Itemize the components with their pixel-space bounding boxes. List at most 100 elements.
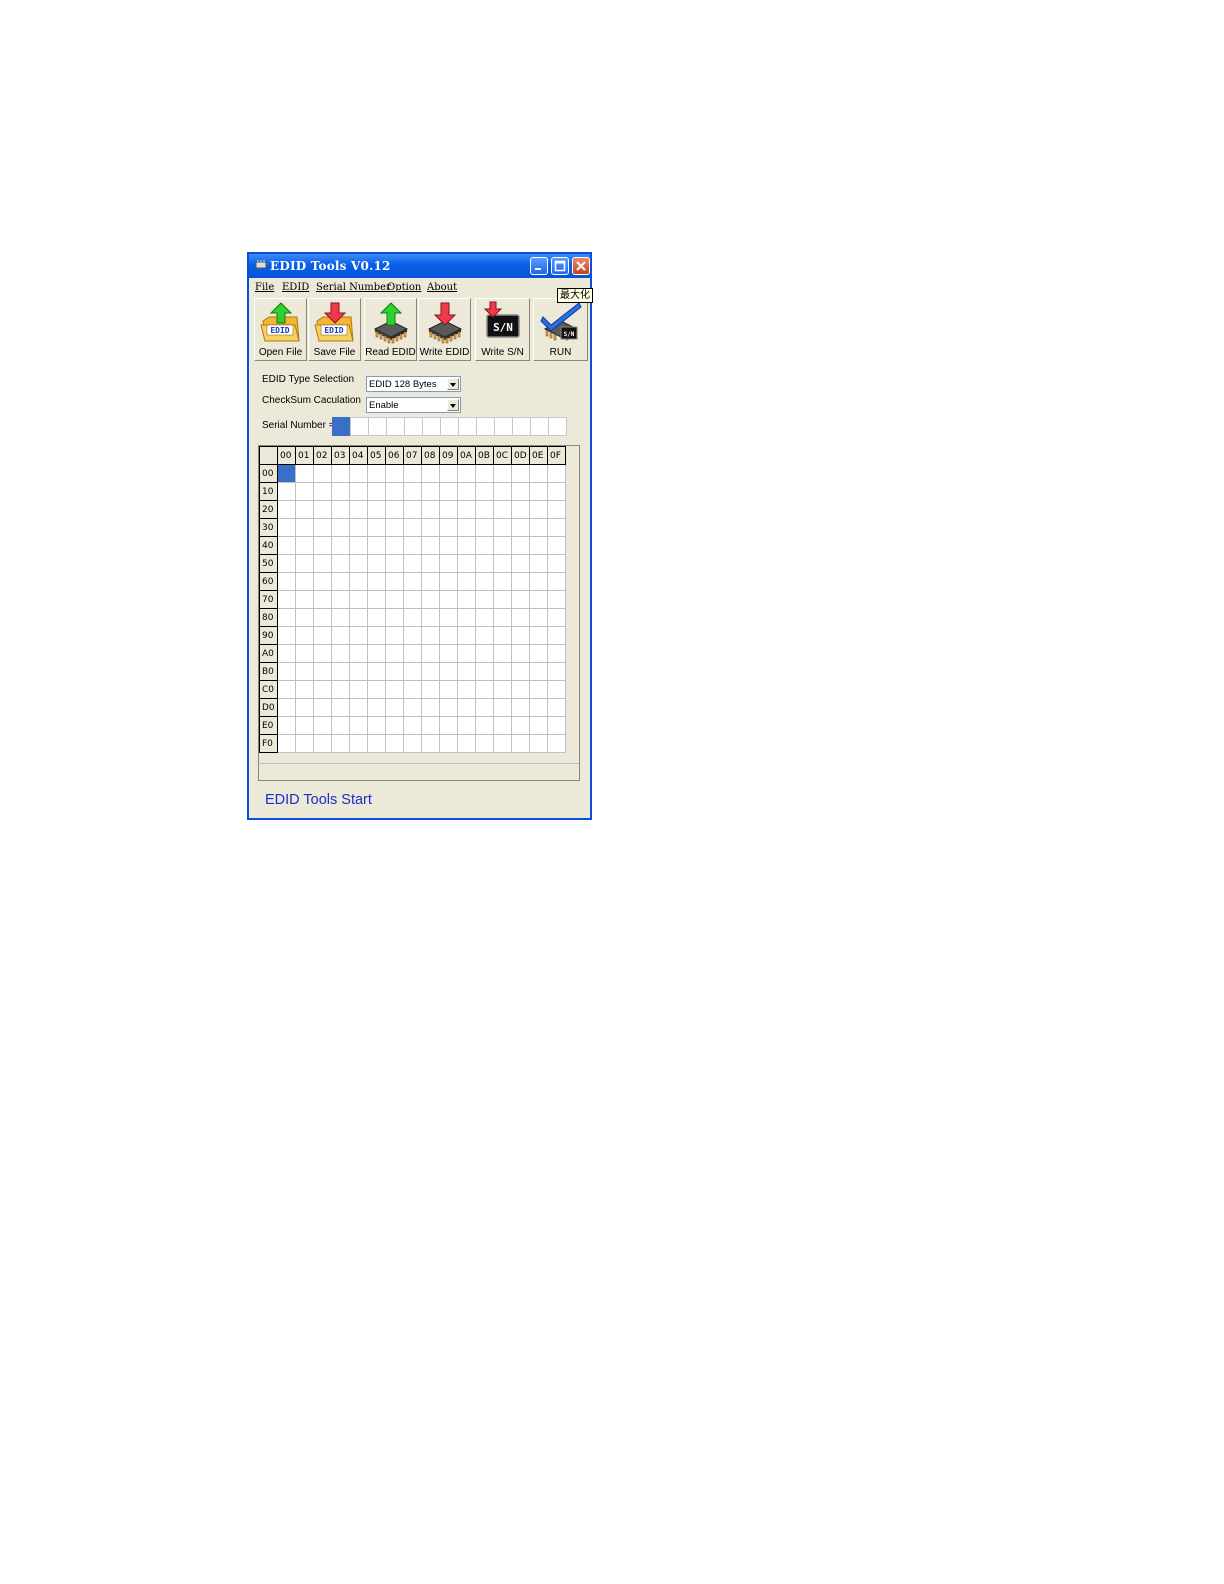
open-file-button[interactable]: EDID Open File [254,298,307,361]
grid-cell[interactable] [529,572,548,591]
grid-cell[interactable] [475,518,494,537]
grid-cell[interactable] [529,680,548,699]
grid-cell[interactable] [439,536,458,555]
grid-cell[interactable] [349,500,368,519]
grid-cell[interactable] [493,500,512,519]
grid-cell[interactable] [349,644,368,663]
grid-cell[interactable] [529,734,548,753]
grid-cell[interactable] [547,734,566,753]
grid-cell[interactable] [421,518,440,537]
grid-cell[interactable] [529,536,548,555]
grid-cell[interactable] [331,518,350,537]
grid-cell[interactable] [547,518,566,537]
grid-cell[interactable] [277,536,296,555]
grid-cell[interactable] [331,716,350,735]
grid-cell[interactable] [475,626,494,645]
grid-cell[interactable] [385,500,404,519]
horizontal-scrollbar[interactable] [259,763,579,780]
serial-number-cell[interactable] [458,417,477,436]
grid-cell[interactable] [475,662,494,681]
grid-cell[interactable] [349,662,368,681]
grid-cell[interactable] [331,536,350,555]
grid-cell[interactable] [349,464,368,483]
grid-cell[interactable] [547,644,566,663]
grid-cell[interactable] [421,698,440,717]
serial-number-cell[interactable] [404,417,423,436]
grid-cell[interactable] [457,644,476,663]
grid-cell[interactable] [385,464,404,483]
grid-cell[interactable] [277,500,296,519]
grid-cell[interactable] [295,518,314,537]
menu-edid[interactable]: EDID [282,282,309,293]
grid-cell[interactable] [295,734,314,753]
serial-number-cell[interactable] [494,417,513,436]
grid-cell[interactable] [403,572,422,591]
serial-number-cell[interactable] [332,417,351,436]
grid-cell[interactable] [493,608,512,627]
grid-cell[interactable] [277,662,296,681]
grid-cell[interactable] [439,554,458,573]
grid-cell[interactable] [313,608,332,627]
grid-cell[interactable] [277,590,296,609]
grid-cell[interactable] [277,482,296,501]
serial-number-cell[interactable] [422,417,441,436]
grid-cell[interactable] [367,662,386,681]
grid-cell[interactable] [493,464,512,483]
grid-cell[interactable] [511,662,530,681]
grid-cell[interactable] [457,572,476,591]
grid-cell[interactable] [349,590,368,609]
chevron-down-icon[interactable] [447,399,459,411]
grid-cell[interactable] [295,590,314,609]
grid-cell[interactable] [313,518,332,537]
grid-cell[interactable] [331,500,350,519]
minimize-button[interactable] [530,257,548,275]
grid-cell[interactable] [331,554,350,573]
grid-cell[interactable] [313,500,332,519]
grid-cell[interactable] [313,716,332,735]
grid-cell[interactable] [295,644,314,663]
grid-cell[interactable] [295,572,314,591]
grid-cell[interactable] [493,716,512,735]
grid-cell[interactable] [313,662,332,681]
grid-cell[interactable] [277,608,296,627]
grid-cell[interactable] [475,680,494,699]
grid-cell[interactable] [385,482,404,501]
grid-cell[interactable] [493,698,512,717]
grid-cell[interactable] [349,626,368,645]
grid-cell[interactable] [439,572,458,591]
grid-cell[interactable] [475,464,494,483]
menu-about[interactable]: About [427,282,457,293]
grid-cell[interactable] [511,680,530,699]
checksum-select[interactable]: Enable [366,397,461,413]
grid-cell[interactable] [421,572,440,591]
save-file-button[interactable]: EDID Save File [308,298,361,361]
grid-cell[interactable] [457,698,476,717]
read-edid-button[interactable]: Read EDID [364,298,417,361]
grid-cell[interactable] [295,662,314,681]
serial-number-cell[interactable] [440,417,459,436]
grid-cell[interactable] [403,626,422,645]
grid-cell[interactable] [403,608,422,627]
grid-cell[interactable] [385,518,404,537]
grid-cell[interactable] [403,662,422,681]
title-bar[interactable]: EDID Tools V0.12 [249,254,590,278]
grid-cell[interactable] [457,554,476,573]
grid-cell[interactable] [277,716,296,735]
grid-cell[interactable] [313,464,332,483]
grid-cell[interactable] [457,608,476,627]
grid-cell[interactable] [529,626,548,645]
chevron-down-icon[interactable] [447,378,459,390]
grid-cell[interactable] [421,500,440,519]
grid-cell[interactable] [511,608,530,627]
grid-cell[interactable] [277,626,296,645]
grid-cell[interactable] [421,662,440,681]
grid-cell[interactable] [367,626,386,645]
grid-cell[interactable] [475,572,494,591]
grid-cell[interactable] [511,626,530,645]
grid-cell[interactable] [529,464,548,483]
grid-cell[interactable] [331,698,350,717]
grid-cell[interactable] [439,482,458,501]
grid-cell[interactable] [295,626,314,645]
grid-cell[interactable] [529,554,548,573]
grid-cell[interactable] [511,716,530,735]
